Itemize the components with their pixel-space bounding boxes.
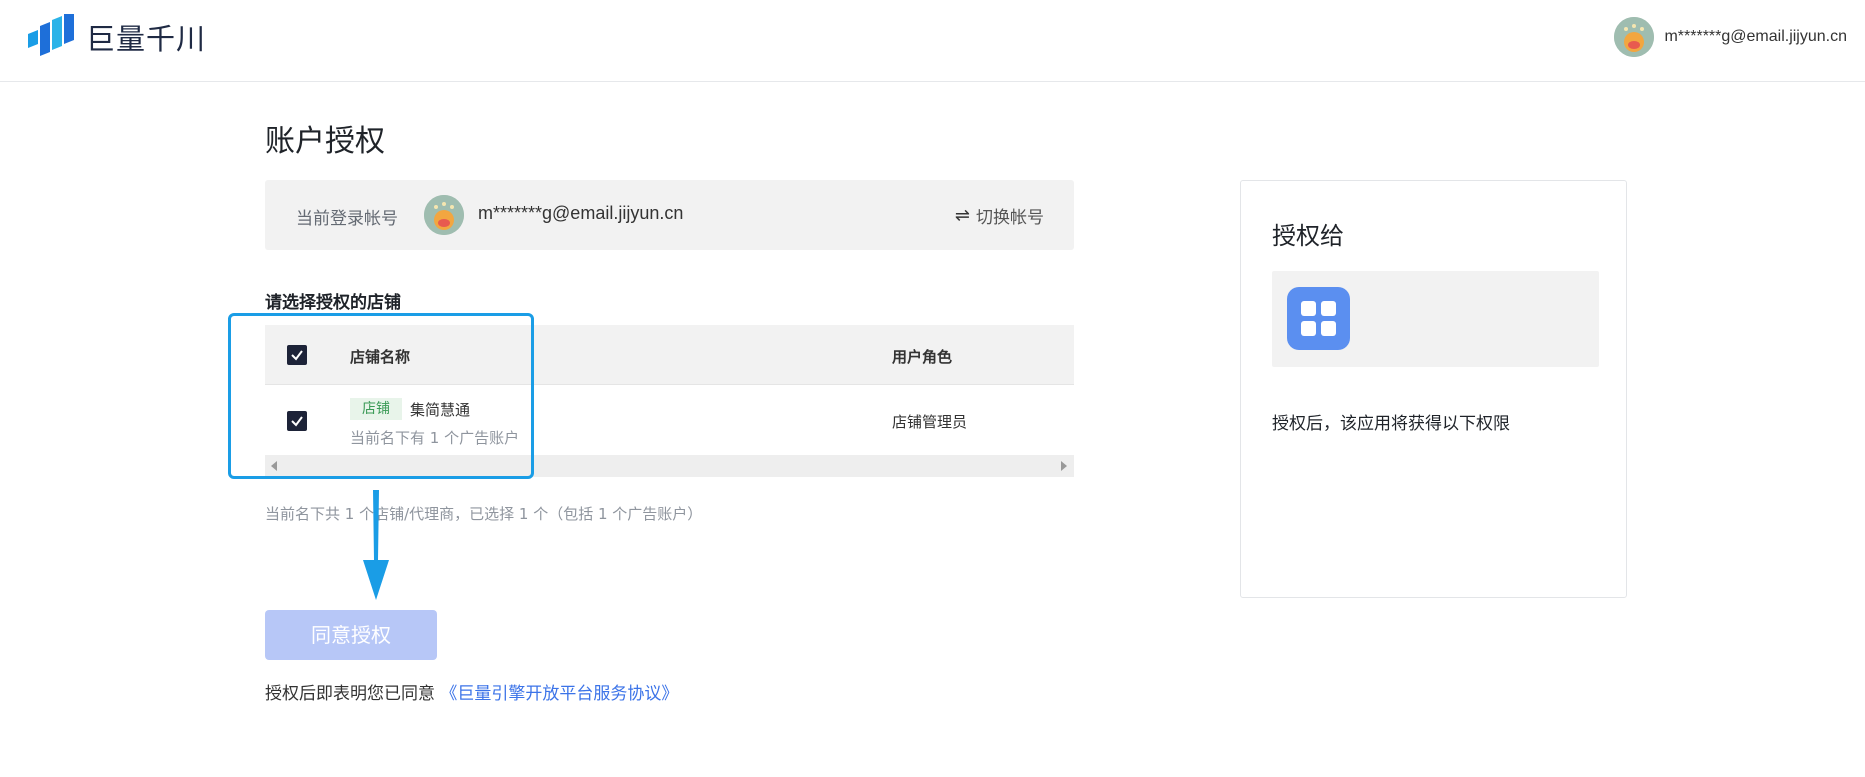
agreement-notice: 授权后即表明您已同意 《巨量引擎开放平台服务协议》 — [265, 679, 678, 704]
brand-logo[interactable]: 巨量千川 — [26, 12, 207, 60]
current-account-bar: 当前登录帐号 m*******g@email.jijyun.cn ⇌ 切换帐号 — [265, 180, 1074, 250]
switch-account-label: 切换帐号 — [976, 208, 1044, 228]
service-agreement-link[interactable]: 《巨量引擎开放平台服务协议》 — [440, 684, 678, 704]
store-section-label: 请选择授权的店铺 — [265, 293, 401, 313]
current-account-email: m*******g@email.jijyun.cn — [478, 203, 684, 223]
agree-authorize-button[interactable]: 同意授权 — [265, 610, 437, 660]
app-info-box — [1272, 271, 1599, 367]
authorize-to-panel: 授权给 授权后，该应用将获得以下权限 — [1240, 180, 1627, 598]
current-account-label: 当前登录帐号 — [296, 209, 398, 229]
selection-summary: 当前名下共 1 个店铺/代理商，已选择 1 个（包括 1 个广告账户） — [265, 505, 703, 523]
top-header: 巨量千川 m*******g@email.jijyun.cn — [0, 0, 1865, 82]
avatar — [1614, 17, 1655, 57]
permission-description: 授权后，该应用将获得以下权限 — [1272, 414, 1510, 434]
agreement-prefix: 授权后即表明您已同意 — [265, 684, 435, 704]
header-user-email: m*******g@email.jijyun.cn — [1664, 28, 1847, 45]
down-arrow-annotation-icon — [363, 490, 389, 600]
scroll-right-icon[interactable] — [1061, 461, 1067, 471]
store-user-role: 店铺管理员 — [892, 413, 968, 431]
logo-icon — [26, 12, 78, 60]
swap-arrows-icon: ⇌ — [954, 205, 970, 226]
switch-account-button[interactable]: ⇌ 切换帐号 — [955, 203, 1044, 228]
annotation-highlight-box — [228, 313, 534, 479]
page-title: 账户授权 — [265, 124, 385, 159]
brand-name: 巨量千川 — [86, 22, 207, 56]
auth-panel-title: 授权给 — [1272, 222, 1344, 250]
user-menu[interactable]: m*******g@email.jijyun.cn — [1614, 17, 1847, 57]
column-header-user-role: 用户角色 — [892, 348, 953, 366]
avatar — [424, 195, 464, 235]
grid-app-icon — [1287, 287, 1350, 350]
